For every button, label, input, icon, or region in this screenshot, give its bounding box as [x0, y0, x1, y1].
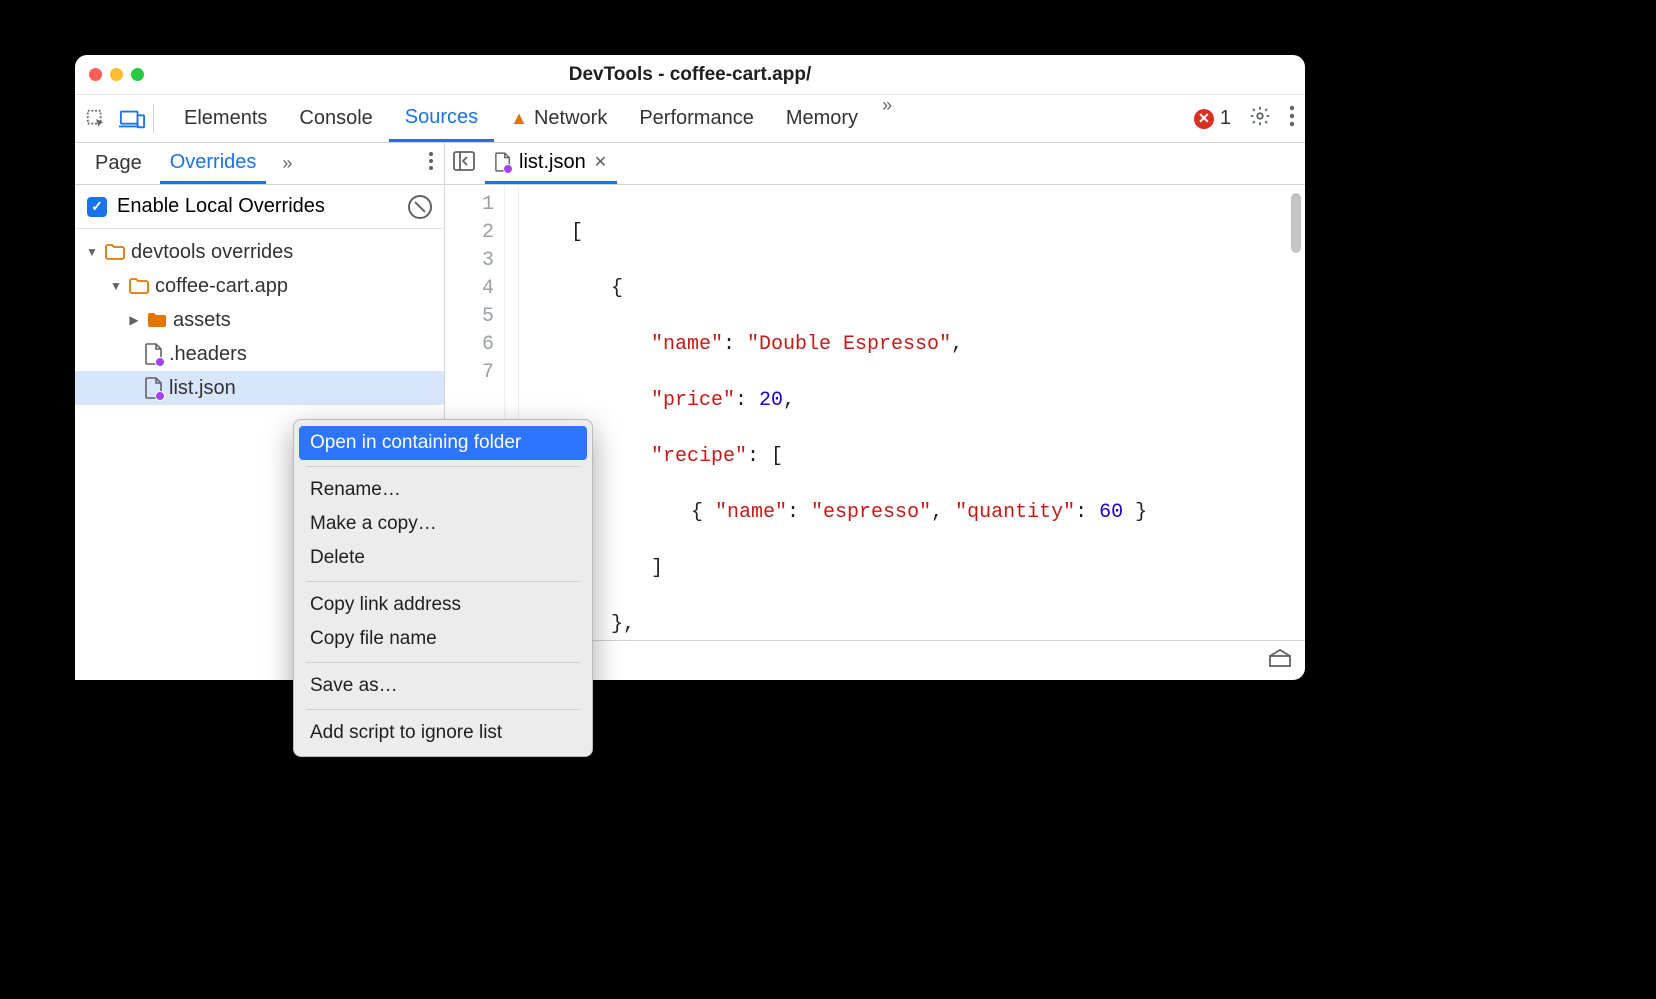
context-menu: Open in containing folder Rename… Make a… — [293, 419, 593, 757]
warning-icon: ▲ — [510, 108, 528, 129]
tree-label: coffee-cart.app — [155, 275, 288, 298]
devtools-window: DevTools - coffee-cart.app/ Elements Con… — [75, 55, 1305, 680]
main-toolbar: Elements Console Sources ▲ Network Perfo… — [75, 95, 1305, 143]
close-window-button[interactable] — [89, 68, 102, 81]
overrides-toolbar: ✓ Enable Local Overrides — [75, 185, 444, 229]
context-menu-add-ignore[interactable]: Add script to ignore list — [294, 716, 592, 750]
expand-arrow-icon: ▼ — [109, 279, 123, 293]
device-toolbar-icon[interactable] — [119, 108, 145, 130]
error-count-badge[interactable]: ✕ 1 — [1194, 107, 1231, 130]
navigator-tab-overrides[interactable]: Overrides — [160, 143, 267, 184]
error-icon: ✕ — [1194, 109, 1214, 129]
file-tree: ▼ devtools overrides ▼ coffee-cart.app — [75, 229, 444, 411]
navigator-tab-page[interactable]: Page — [85, 143, 152, 184]
tab-network-label: Network — [534, 107, 607, 130]
code-content[interactable]: [ { "name": "Double Espresso", "price": … — [519, 185, 1305, 640]
tree-folder-domain[interactable]: ▼ coffee-cart.app — [75, 269, 444, 303]
navigator-more-tabs[interactable]: » — [274, 153, 300, 174]
tab-elements[interactable]: Elements — [168, 95, 283, 142]
maximize-window-button[interactable] — [131, 68, 144, 81]
file-icon — [145, 343, 163, 365]
folder-icon — [129, 278, 149, 294]
error-count: 1 — [1220, 107, 1231, 130]
coverage-toggle-icon[interactable] — [1269, 649, 1291, 673]
tab-sources[interactable]: Sources — [389, 95, 494, 142]
override-indicator-icon — [155, 357, 165, 367]
more-tabs-button[interactable]: » — [874, 95, 900, 142]
expand-arrow-icon: ▼ — [85, 245, 99, 259]
minimize-window-button[interactable] — [110, 68, 123, 81]
folder-icon — [105, 244, 125, 260]
menu-separator — [306, 709, 580, 710]
context-menu-delete[interactable]: Delete — [294, 541, 592, 575]
navigator-more-options-icon[interactable] — [428, 151, 434, 176]
override-indicator-icon — [503, 164, 513, 174]
tree-label: list.json — [169, 377, 236, 400]
tab-network[interactable]: ▲ Network — [494, 95, 623, 142]
tab-performance[interactable]: Performance — [623, 95, 770, 142]
more-options-icon[interactable] — [1289, 105, 1295, 133]
editor-tab-listjson[interactable]: list.json ✕ — [485, 143, 617, 184]
settings-icon[interactable] — [1249, 105, 1271, 133]
tree-folder-root[interactable]: ▼ devtools overrides — [75, 235, 444, 269]
context-menu-copy-link[interactable]: Copy link address — [294, 588, 592, 622]
toggle-navigator-icon[interactable] — [453, 151, 475, 177]
tab-console[interactable]: Console — [283, 95, 388, 142]
titlebar: DevTools - coffee-cart.app/ — [75, 55, 1305, 95]
enable-overrides-checkbox[interactable]: ✓ — [87, 197, 107, 217]
tree-label: assets — [173, 309, 231, 332]
menu-separator — [306, 662, 580, 663]
menu-separator — [306, 581, 580, 582]
clear-overrides-icon[interactable] — [408, 195, 432, 219]
body: Page Overrides » ✓ Enable Local Override… — [75, 143, 1305, 680]
override-indicator-icon — [155, 391, 165, 401]
tree-folder-assets[interactable]: ▶ assets — [75, 303, 444, 337]
scrollbar[interactable] — [1291, 193, 1301, 253]
editor-tab-label: list.json — [519, 151, 586, 174]
file-icon — [145, 377, 163, 399]
enable-overrides-label: Enable Local Overrides — [117, 195, 325, 218]
context-menu-make-copy[interactable]: Make a copy… — [294, 507, 592, 541]
editor-tabs: list.json ✕ — [445, 143, 1305, 185]
close-tab-icon[interactable]: ✕ — [594, 152, 607, 172]
window-title: DevTools - coffee-cart.app/ — [75, 64, 1305, 86]
expand-arrow-icon: ▶ — [127, 313, 141, 327]
tab-memory[interactable]: Memory — [770, 95, 874, 142]
folder-icon — [147, 312, 167, 328]
navigator-tabs: Page Overrides » — [75, 143, 444, 185]
file-icon — [495, 152, 511, 172]
tree-file-headers[interactable]: .headers — [75, 337, 444, 371]
traffic-lights — [89, 68, 144, 81]
inspect-element-icon[interactable] — [85, 108, 107, 130]
context-menu-save-as[interactable]: Save as… — [294, 669, 592, 703]
tree-label: devtools overrides — [131, 241, 293, 264]
menu-separator — [306, 466, 580, 467]
panel-tabs: Elements Console Sources ▲ Network Perfo… — [168, 95, 900, 142]
tree-file-listjson[interactable]: list.json — [75, 371, 444, 405]
context-menu-open-folder[interactable]: Open in containing folder — [299, 426, 587, 460]
context-menu-rename[interactable]: Rename… — [294, 473, 592, 507]
tree-label: .headers — [169, 343, 247, 366]
context-menu-copy-name[interactable]: Copy file name — [294, 622, 592, 656]
